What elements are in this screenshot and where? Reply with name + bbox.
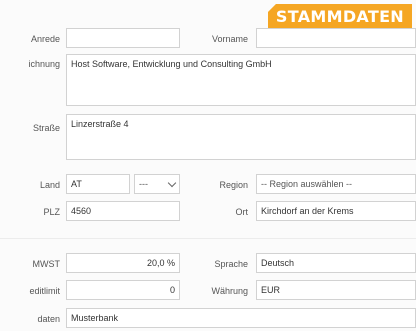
mwst-field[interactable]: 20,0 % <box>66 253 180 273</box>
sprache-label: Sprache <box>214 259 248 269</box>
plz-field[interactable]: 4560 <box>66 201 180 221</box>
stammdaten-badge: STAMMDATEN <box>267 4 412 30</box>
vorname-label: Vorname <box>211 34 248 44</box>
vorname-field[interactable] <box>256 28 416 48</box>
strasse-label: Straße <box>32 123 60 133</box>
land-label: Land <box>39 180 60 190</box>
region-dropdown[interactable]: -- Region auswählen -- <box>256 174 416 194</box>
sprache-field[interactable]: Deutsch <box>256 253 416 273</box>
land-code-dropdown[interactable]: --- <box>134 174 180 194</box>
bankdaten-label: daten <box>37 314 60 324</box>
bezeichnung-label: ichnung <box>28 59 60 69</box>
region-label: Region <box>219 180 248 190</box>
stammdaten-form: STAMMDATEN Anrede Vorname ichnung Host S… <box>0 0 416 331</box>
kreditlimit-field[interactable]: 0 <box>66 280 180 300</box>
land-code-value: --- <box>139 179 148 189</box>
chevron-down-icon <box>167 178 177 188</box>
anrede-label: Anrede <box>30 34 60 44</box>
bankdaten-field[interactable]: Musterbank <box>66 308 416 328</box>
ort-label: Ort <box>235 207 249 217</box>
region-value: -- Region auswählen -- <box>261 179 353 189</box>
ort-field[interactable]: Kirchdorf an der Krems <box>256 201 416 221</box>
section-divider <box>0 238 416 239</box>
land-field[interactable]: AT <box>66 174 130 194</box>
kreditlimit-label: editlimit <box>29 286 60 296</box>
mwst-label: MWST <box>32 259 61 269</box>
waehrung-field[interactable]: EUR <box>256 280 416 300</box>
bezeichnung-field[interactable]: Host Software, Entwicklung und Consultin… <box>66 54 416 106</box>
strasse-field[interactable]: Linzerstraße 4 <box>66 114 416 160</box>
anrede-field[interactable] <box>66 28 180 48</box>
waehrung-label: Währung <box>211 286 248 296</box>
plz-label: PLZ <box>43 207 60 217</box>
